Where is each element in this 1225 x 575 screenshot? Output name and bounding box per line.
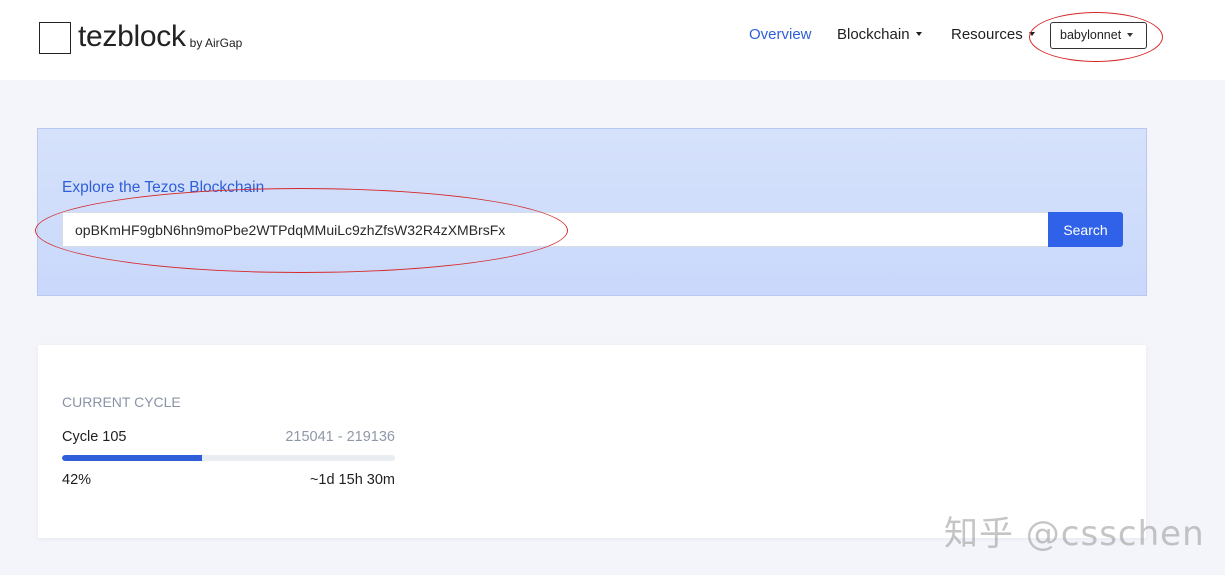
chevron-down-icon	[1127, 33, 1134, 37]
cycle-progress-bar	[62, 455, 395, 461]
chevron-down-icon	[915, 32, 922, 36]
cycle-block-range: 215041 - 219136	[285, 429, 395, 445]
network-select-value: babylonnet	[1060, 28, 1122, 42]
search-panel: Explore the Tezos Blockchain Search	[37, 128, 1147, 296]
nav-blockchain-dropdown[interactable]: Blockchain	[837, 26, 922, 48]
cycle-percent: 42%	[62, 472, 92, 488]
nav-overview[interactable]: Overview	[749, 26, 812, 48]
search-title: Explore the Tezos Blockchain	[62, 179, 265, 196]
logo-square-icon	[39, 22, 71, 54]
logo[interactable]: tezblock by AirGap	[39, 20, 242, 54]
nav-blockchain-label: Blockchain	[837, 26, 910, 43]
logo-text: tezblock	[78, 20, 186, 53]
logo-byline: by AirGap	[189, 36, 243, 50]
cycle-progress-fill	[62, 455, 202, 461]
cycle-time-remaining: ~1d 15h 30m	[309, 472, 395, 488]
cycle-name: Cycle 105	[62, 429, 127, 445]
cycle-section-label: CURRENT CYCLE	[62, 394, 181, 410]
watermark: 知乎 @csschen	[944, 514, 1205, 554]
top-header: tezblock by AirGap Overview Blockchain R…	[0, 0, 1225, 80]
chevron-down-icon	[1028, 32, 1035, 36]
nav-overview-label: Overview	[749, 26, 812, 43]
search-button[interactable]: Search	[1048, 212, 1123, 247]
nav-resources-dropdown[interactable]: Resources	[951, 26, 1035, 48]
network-select[interactable]: babylonnet	[1050, 22, 1147, 49]
nav-resources-label: Resources	[951, 26, 1023, 43]
search-input[interactable]	[62, 212, 1049, 247]
